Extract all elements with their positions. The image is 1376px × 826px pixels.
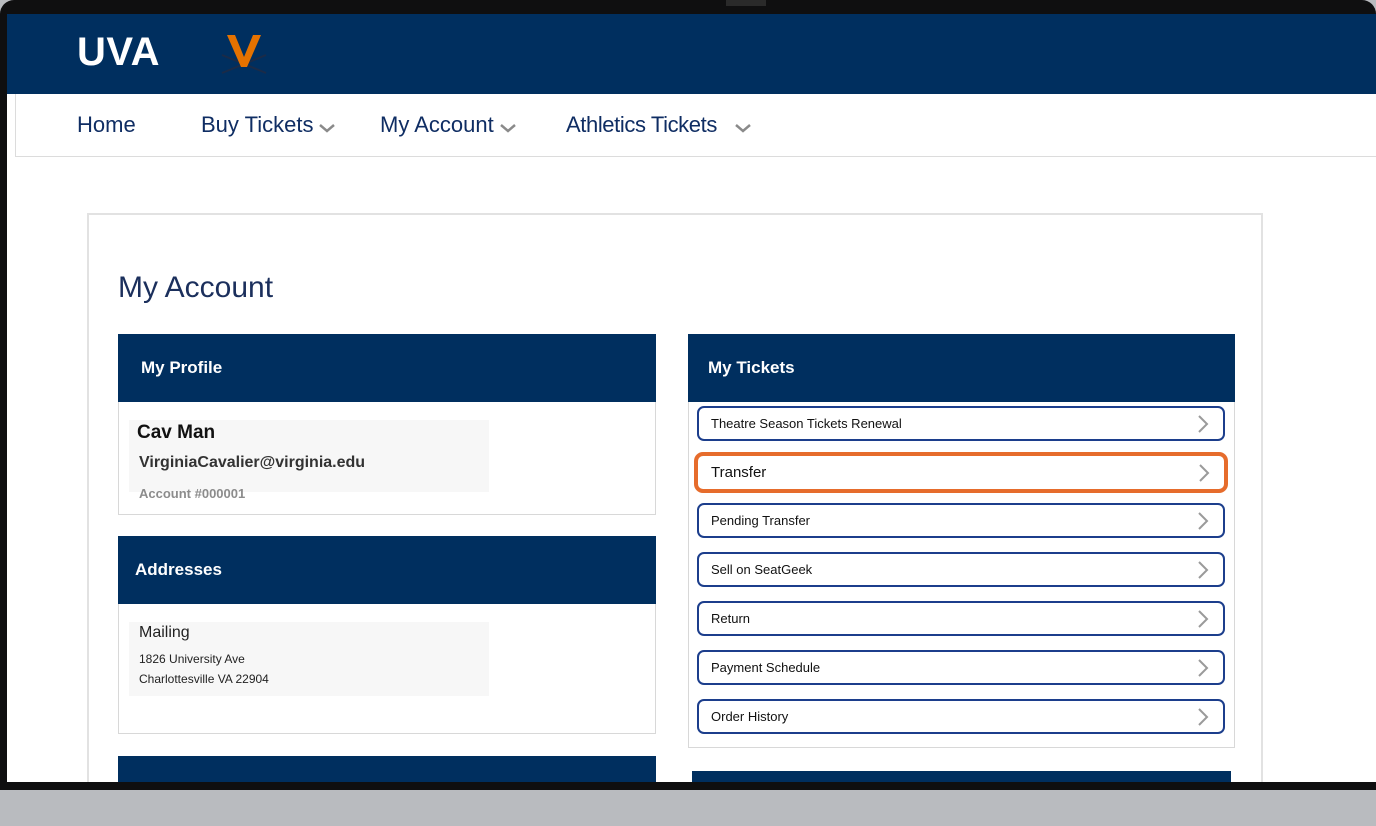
uva-v-sabres-logo-icon[interactable] [219,31,269,79]
chevron-down-icon [735,124,751,133]
profile-panel: My Profile Cav Man VirginiaCavalier@virg… [118,334,656,515]
next-panel [118,756,656,782]
nav-home[interactable]: Home [77,112,136,138]
tickets-panel-heading: My Tickets [688,334,1235,402]
nav-my-account-label: My Account [380,112,494,137]
ticket-option-return[interactable]: Return [697,601,1225,636]
chevron-right-icon [1198,658,1209,677]
next-panel-heading [118,756,656,782]
chevron-down-icon [319,124,336,133]
nav-athletics-tickets-label: Athletics Tickets [566,112,717,137]
profile-name: Cav Man [137,422,216,443]
addresses-panel-body: Mailing 1826 University Ave Charlottesvi… [118,604,656,734]
address-type: Mailing [139,624,190,641]
profile-email: VirginiaCavalier@virginia.edu [139,454,366,471]
browser-viewport: UVA Home Buy Tickets My Account Athletic… [7,14,1376,782]
chevron-right-icon [1198,414,1209,433]
chevron-down-icon [499,124,516,133]
account-card: My Account My Profile Cav Man VirginiaCa… [87,213,1263,782]
ticket-option-label: Transfer [711,464,767,481]
ticket-option-label: Return [711,611,751,626]
ticket-option-label: Sell on SeatGeek [711,562,813,577]
chevron-right-icon [1198,560,1209,579]
next-right-panel [692,771,1231,782]
nav-home-label: Home [77,112,136,137]
ticket-option-order-history[interactable]: Order History [697,699,1225,734]
nav-buy-tickets[interactable]: Buy Tickets [201,112,336,138]
addresses-panel: Addresses Mailing 1826 University Ave Ch… [118,536,656,734]
chevron-right-icon [1198,707,1209,726]
laptop-bezel: UVA Home Buy Tickets My Account Athletic… [0,0,1376,790]
addresses-panel-heading: Addresses [118,536,656,604]
ticket-option-label: Pending Transfer [711,513,811,528]
profile-panel-body: Cav Man VirginiaCavalier@virginia.edu Ac… [118,402,656,515]
profile-panel-heading: My Profile [118,334,656,402]
ticket-option-label: Order History [711,709,789,724]
nav-buy-tickets-label: Buy Tickets [201,112,314,137]
next-right-panel-heading [692,771,1231,782]
chevron-right-icon [1198,609,1209,628]
chevron-right-icon [1199,463,1210,482]
tickets-panel: My Tickets Theatre Season Tickets Renewa… [688,334,1235,748]
main-nav: Home Buy Tickets My Account Athletics Ti… [15,94,1376,157]
nav-my-account[interactable]: My Account [380,112,516,138]
ticket-option-label: Theatre Season Tickets Renewal [711,416,902,431]
chevron-right-icon [1198,511,1209,530]
nav-athletics-tickets[interactable]: Athletics Tickets [566,112,751,138]
laptop-base [0,790,1376,826]
ticket-option-pending-transfer[interactable]: Pending Transfer [697,503,1225,538]
site-header: UVA [7,14,1376,94]
ticket-option-label: Payment Schedule [711,660,821,675]
address-line-2: Charlottesville VA 22904 [139,672,269,686]
ticket-option-theatre-renewal[interactable]: Theatre Season Tickets Renewal [697,406,1225,441]
camera-notch [726,0,766,6]
ticket-option-payment-schedule[interactable]: Payment Schedule [697,650,1225,685]
address-line-1: 1826 University Ave [139,652,245,666]
ticket-option-transfer[interactable]: Transfer [694,452,1228,493]
ticket-option-sell-seatgeek[interactable]: Sell on SeatGeek [697,552,1225,587]
account-number: Account #000001 [139,486,246,501]
uva-logo-text[interactable]: UVA [77,30,160,75]
tickets-panel-body: Theatre Season Tickets Renewal Transfer … [688,402,1235,748]
page-title: My Account [118,271,274,304]
